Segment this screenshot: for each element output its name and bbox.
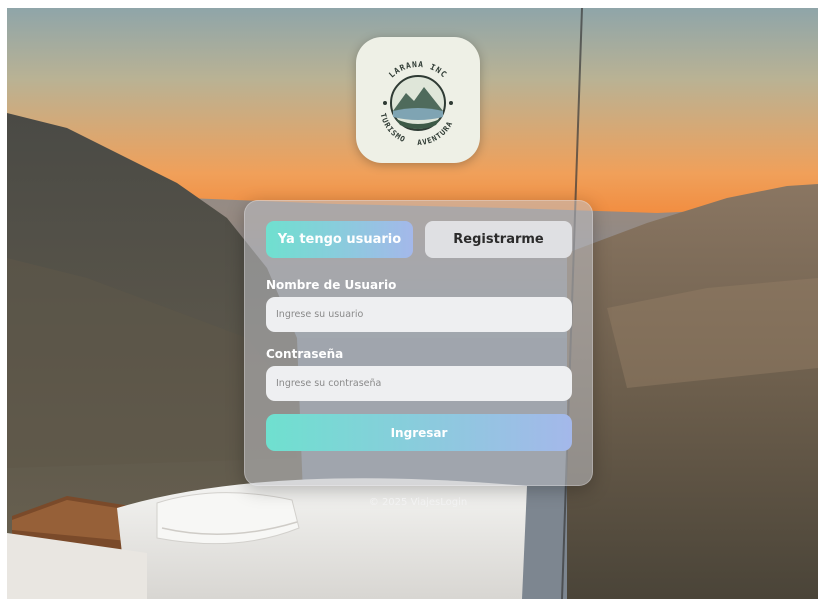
logo-bottom-text: AVENTURA bbox=[417, 119, 454, 147]
logo-brand-text: LARANA INC bbox=[387, 60, 448, 80]
tab-register[interactable]: Registrarme bbox=[425, 221, 572, 258]
password-input[interactable] bbox=[266, 366, 572, 401]
tab-login[interactable]: Ya tengo usuario bbox=[266, 221, 413, 258]
footer-copyright: © 2025 ViajesLogin bbox=[368, 497, 468, 508]
login-page: LARANA INC TURISMO AVENTURA Ya tengo usu… bbox=[7, 8, 818, 599]
svg-text:LARANA INC: LARANA INC bbox=[387, 60, 449, 80]
login-card: Ya tengo usuario Registrarme Nombre de U… bbox=[244, 200, 593, 486]
logo-lettering: LARANA INC TURISMO AVENTURA bbox=[379, 60, 455, 147]
submit-button[interactable]: Ingresar bbox=[266, 414, 572, 451]
brand-logo: LARANA INC TURISMO AVENTURA bbox=[356, 37, 480, 163]
password-label: Contraseña bbox=[266, 347, 344, 361]
logo-left-text: TURISMO bbox=[379, 112, 407, 144]
username-input[interactable] bbox=[266, 297, 572, 332]
username-label: Nombre de Usuario bbox=[266, 278, 397, 292]
svg-text:AVENTURA: AVENTURA bbox=[417, 119, 455, 147]
svg-text:TURISMO: TURISMO bbox=[379, 112, 408, 144]
